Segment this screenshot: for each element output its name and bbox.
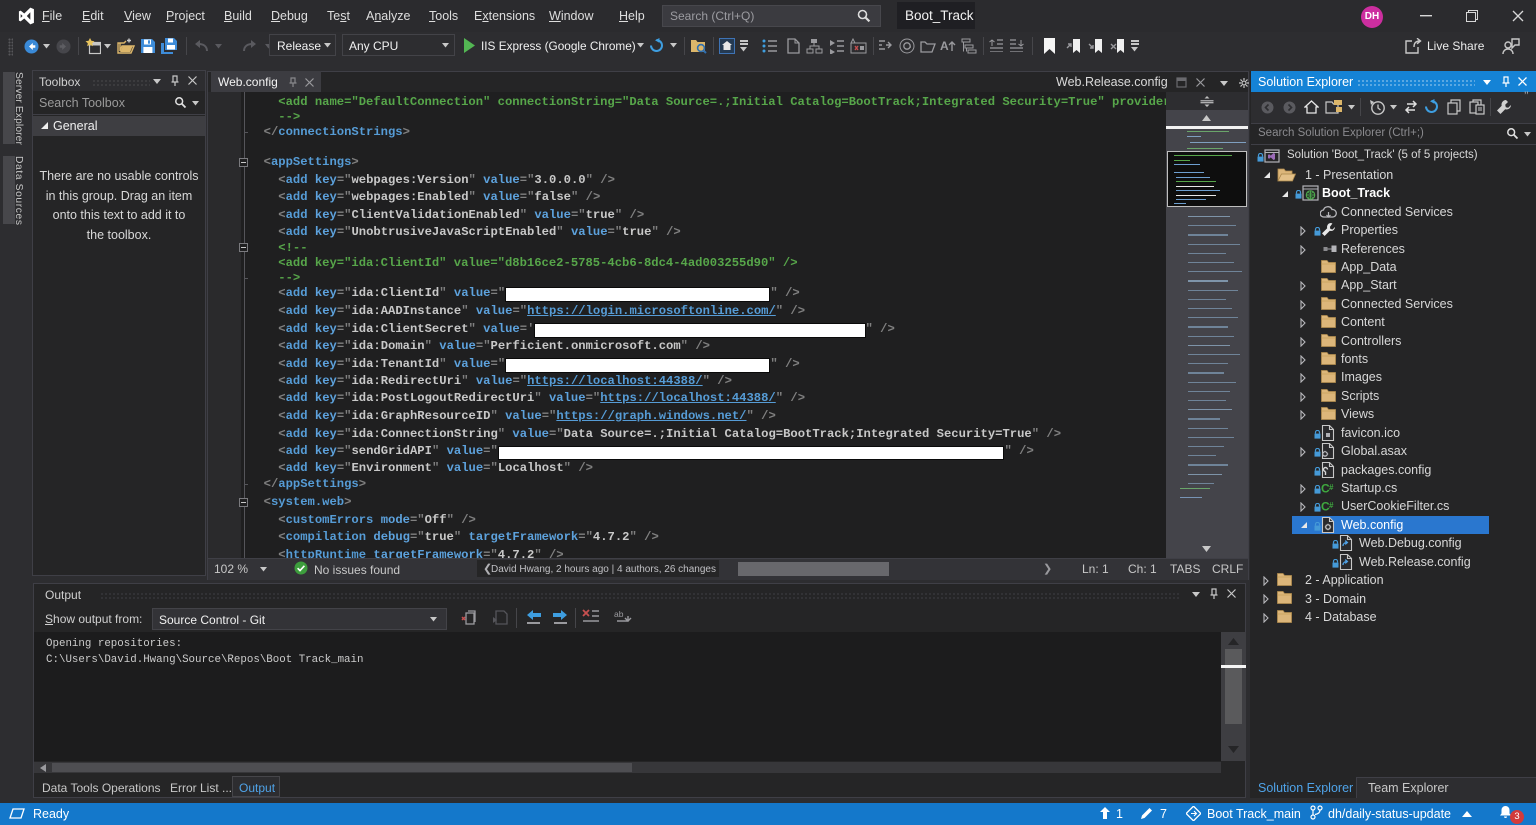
svg-text:A: A: [940, 39, 949, 53]
svg-text:#: #: [1329, 501, 1334, 510]
svg-text:#: #: [1329, 483, 1334, 492]
svg-text:ab: ab: [614, 609, 624, 619]
